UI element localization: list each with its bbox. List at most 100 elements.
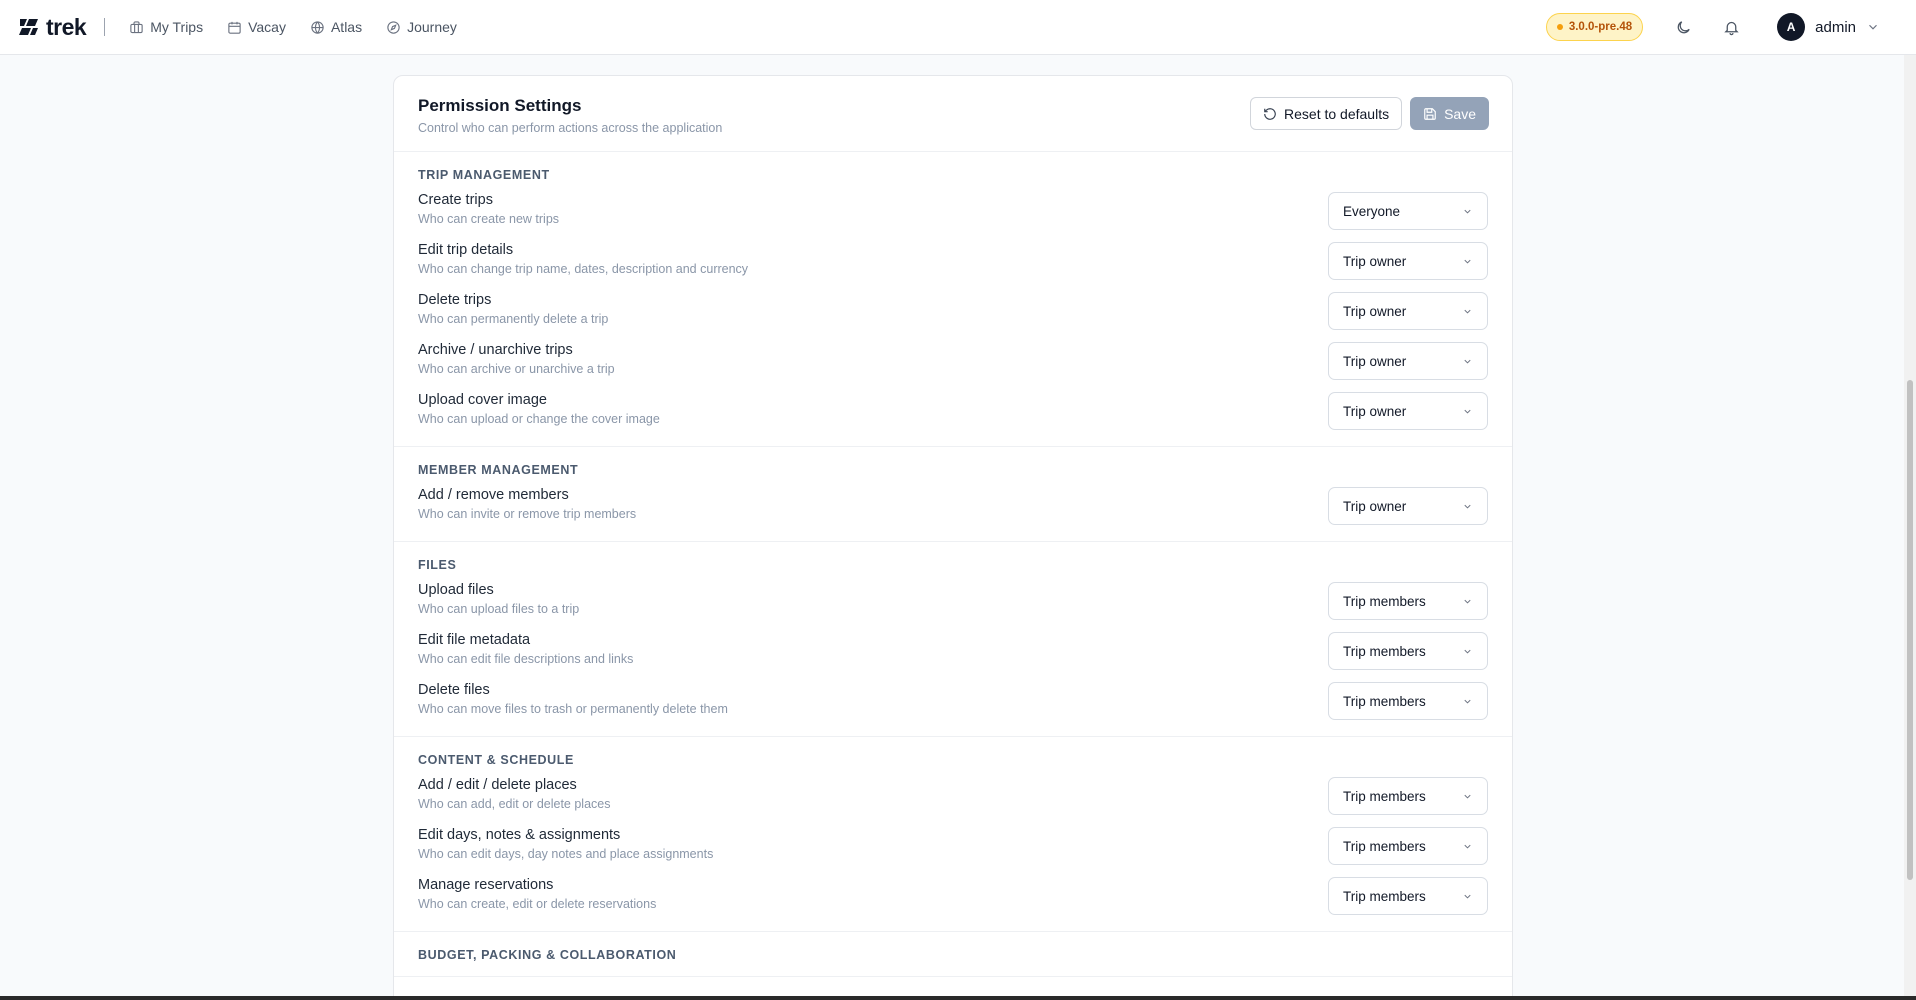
permission-row: Delete trips Who can permanently delete a…	[418, 286, 1488, 336]
nav-label: My Trips	[150, 19, 204, 35]
select-value: Trip members	[1343, 593, 1426, 609]
permission-description: Who can upload files to a trip	[418, 602, 580, 616]
permission-role-select[interactable]: Trip owner	[1328, 342, 1488, 380]
permission-section: FILES Upload files Who can upload files to…	[394, 542, 1512, 737]
select-value: Trip owner	[1343, 403, 1407, 419]
permission-sections: TRIP MANAGEMENT Create trips Who can creat…	[394, 152, 1512, 977]
permission-label: Upload files	[418, 582, 494, 598]
permission-role-select[interactable]: Trip members	[1328, 777, 1488, 815]
section-title: BUDGET, PACKING & COLLABORATION	[418, 948, 677, 962]
permission-role-select[interactable]: Trip members	[1328, 877, 1488, 915]
section-title: FILES	[418, 558, 457, 572]
permission-label: Delete files	[418, 682, 490, 698]
chevron-down-icon	[1464, 504, 1471, 509]
globe-icon	[311, 20, 324, 34]
save-label: Save	[1444, 105, 1476, 122]
nav-vacay[interactable]: Vacay	[217, 11, 296, 43]
permission-settings-card: Permission Settings Control who can perf…	[393, 75, 1513, 1000]
permission-row: Edit file metadata Who can edit file desc…	[418, 626, 1488, 676]
save-icon	[1424, 107, 1436, 120]
chevron-down-icon	[1464, 259, 1471, 264]
permission-section: BUDGET, PACKING & COLLABORATION	[394, 932, 1512, 977]
version-badge: 3.0.0-pre.48	[1545, 13, 1644, 41]
reset-to-defaults-button[interactable]: Reset to defaults	[1250, 97, 1403, 130]
permission-description: Who can archive or unarchive a trip	[418, 362, 615, 376]
nav-label: Journey	[407, 19, 457, 35]
chevron-down-icon	[1464, 699, 1471, 704]
chevron-down-icon	[1464, 359, 1471, 364]
select-value: Trip owner	[1343, 353, 1407, 369]
version-dot-icon	[1556, 24, 1563, 30]
permission-row: Add / remove members Who can invite or re…	[418, 481, 1488, 531]
brand-divider	[104, 18, 106, 36]
nav-my-trips[interactable]: My Trips	[119, 11, 213, 43]
permission-description: Who can change trip name, dates, descrip…	[418, 262, 749, 276]
permission-role-select[interactable]: Trip owner	[1328, 292, 1488, 330]
briefcase-icon	[130, 20, 143, 33]
permission-section: TRIP MANAGEMENT Create trips Who can creat…	[394, 152, 1512, 447]
permission-role-select[interactable]: Trip owner	[1328, 392, 1488, 430]
permission-role-select[interactable]: Trip members	[1328, 582, 1488, 620]
permission-role-select[interactable]: Trip members	[1328, 632, 1488, 670]
permission-section: CONTENT & SCHEDULE Add / edit / delete pl…	[394, 737, 1512, 932]
moon-icon	[1677, 20, 1690, 33]
top-navigation: trek My Trips Vacay Atlas Journey 3.0.0-…	[0, 0, 1916, 55]
nav-journey[interactable]: Journey	[376, 11, 467, 43]
select-value: Trip members	[1343, 693, 1426, 709]
permission-label: Edit trip details	[418, 242, 514, 258]
brand[interactable]: trek	[18, 14, 87, 41]
permission-label: Delete trips	[418, 292, 492, 308]
chevron-down-icon	[1464, 894, 1471, 899]
permission-description: Who can create, edit or delete reservati…	[418, 897, 657, 911]
permission-role-select[interactable]: Trip members	[1328, 827, 1488, 865]
select-value: Everyone	[1343, 203, 1401, 219]
select-value: Trip owner	[1343, 498, 1407, 514]
chevron-down-icon	[1464, 599, 1471, 604]
select-value: Trip owner	[1343, 253, 1407, 269]
notifications-button[interactable]	[1715, 11, 1747, 43]
rotate-ccw-icon	[1264, 107, 1276, 120]
permission-label: Create trips	[418, 192, 493, 208]
user-menu[interactable]: A admin	[1777, 13, 1880, 41]
select-value: Trip owner	[1343, 303, 1407, 319]
select-value: Trip members	[1343, 643, 1426, 659]
select-value: Trip members	[1343, 788, 1426, 804]
permission-row: Create trips Who can create new trips Ever…	[418, 186, 1488, 236]
permission-row: Upload cover image Who can upload or chan…	[418, 386, 1488, 436]
card-header: Permission Settings Control who can perf…	[394, 76, 1512, 152]
nav-atlas[interactable]: Atlas	[300, 11, 372, 43]
permission-description: Who can move files to trash or permanent…	[418, 702, 728, 716]
permission-role-select[interactable]: Trip members	[1328, 682, 1488, 720]
permission-label: Edit file metadata	[418, 632, 531, 648]
permission-row: Archive / unarchive trips Who can archive…	[418, 336, 1488, 386]
permission-role-select[interactable]: Trip owner	[1328, 487, 1488, 525]
save-button[interactable]: Save	[1410, 97, 1489, 130]
page-scrollbar[interactable]	[1904, 55, 1916, 1000]
permission-description: Who can add, edit or delete places	[418, 797, 611, 811]
version-text: 3.0.0-pre.48	[1568, 21, 1633, 33]
chevron-down-icon	[1869, 24, 1877, 30]
permission-row: Manage reservations Who can create, edit …	[418, 871, 1488, 921]
dark-mode-toggle[interactable]	[1667, 11, 1699, 43]
permission-label: Upload cover image	[418, 392, 547, 408]
scrollbar-thumb[interactable]	[1907, 380, 1913, 880]
permission-row: Delete files Who can move files to trash …	[418, 676, 1488, 726]
chevron-down-icon	[1464, 794, 1471, 799]
permission-description: Who can create new trips	[418, 212, 560, 226]
permission-label: Add / edit / delete places	[418, 777, 577, 793]
permission-role-select[interactable]: Everyone	[1328, 192, 1488, 230]
permission-label: Archive / unarchive trips	[418, 342, 573, 358]
calendar-icon	[228, 21, 241, 34]
section-title: TRIP MANAGEMENT	[418, 168, 550, 182]
permission-row: Edit trip details Who can change trip nam…	[418, 236, 1488, 286]
nav-label: Atlas	[330, 19, 363, 35]
section-title: CONTENT & SCHEDULE	[418, 753, 574, 767]
permission-label: Edit days, notes & assignments	[418, 827, 621, 843]
permission-role-select[interactable]: Trip owner	[1328, 242, 1488, 280]
permission-description: Who can invite or remove trip members	[418, 507, 637, 521]
chevron-down-icon	[1464, 844, 1471, 849]
avatar: A	[1777, 13, 1806, 41]
trek-logo-icon	[19, 19, 38, 35]
select-value: Trip members	[1343, 888, 1426, 904]
user-name: admin	[1815, 18, 1856, 36]
